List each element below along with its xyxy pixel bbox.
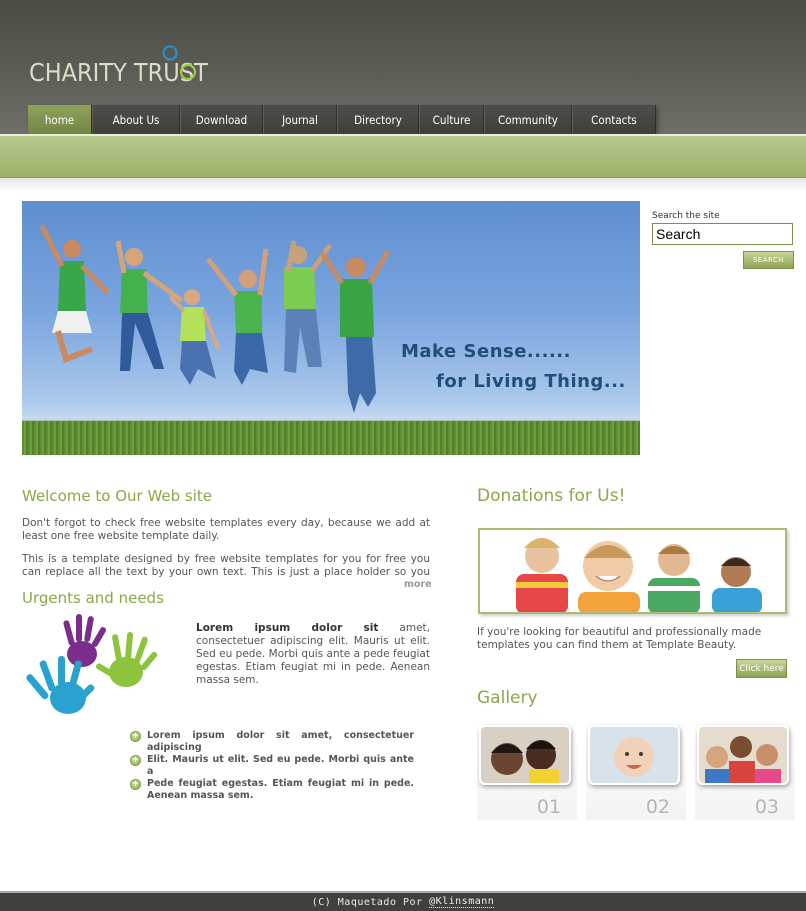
site-footer: (C) Maquetado Por @Klinsmann (0, 891, 806, 911)
urgents-title: Urgents and needs (22, 589, 164, 607)
urgents-paragraph: Lorem ipsum dolor sit amet, consectetuer… (196, 622, 430, 687)
kids-photo-illustration (480, 530, 785, 612)
header-shadow (0, 178, 806, 192)
welcome-paragraph-1: Don't forgot to check free website templ… (22, 517, 430, 542)
nav-item-download[interactable]: Download (180, 105, 263, 134)
urgents-paragraph-bold: Lorem ipsum dolor sit (196, 622, 379, 634)
gallery-photo[interactable] (697, 725, 789, 785)
list-item: + Lorem ipsum dolor sit amet, consectetue… (130, 730, 414, 753)
hero-banner: Make Sense...... for Living Thing... (22, 201, 640, 455)
banner-slogan-line2: for Living Thing... (436, 371, 626, 392)
nav-item-journal[interactable]: Journal (263, 105, 337, 134)
gallery-photo[interactable] (588, 725, 680, 785)
nav-item-culture[interactable]: Culture (419, 105, 484, 134)
search-label: Search the site (652, 211, 720, 221)
gallery-title: Gallery (477, 688, 538, 708)
header-green-band (0, 134, 806, 178)
plus-bullet-icon: + (130, 779, 141, 790)
search-button[interactable]: SEARCH (743, 251, 794, 269)
banner-slogan-line1: Make Sense...... (401, 341, 571, 362)
logo-rings-icon (162, 45, 197, 81)
footer-author-link[interactable]: @Klinsmann (429, 896, 495, 908)
gallery-item[interactable]: 01 (477, 722, 577, 820)
nav-item-directory[interactable]: Directory (337, 105, 419, 134)
more-link[interactable]: more (404, 579, 432, 590)
donations-title: Donations for Us! (477, 486, 626, 506)
nav-item-community[interactable]: Community (484, 105, 572, 134)
footer-text: (C) Maquetado Por (311, 896, 430, 908)
gallery-item[interactable]: 03 (695, 722, 795, 820)
nav-item-contacts[interactable]: Contacts (572, 105, 656, 134)
list-item: + Elit. Mauris ut elit. Sed eu pede. Morb… (130, 754, 414, 777)
main-nav: home About Us Download Journal Directory… (28, 105, 656, 134)
list-item: + Pede feugiat egestas. Etiam feugiat mi … (130, 778, 414, 801)
donations-text: If you're looking for beautiful and prof… (477, 626, 762, 651)
search-input[interactable] (652, 223, 793, 245)
gallery-number: 03 (754, 796, 779, 818)
site-header: CHARITY TRUST home About Us Download Jou… (0, 0, 806, 134)
welcome-title: Welcome to Our Web site (22, 487, 213, 505)
plus-bullet-icon: + (130, 755, 141, 766)
gallery-item[interactable]: 02 (586, 722, 686, 820)
gallery-number: 02 (645, 796, 670, 818)
plus-bullet-icon: + (130, 731, 141, 742)
gallery-photo[interactable] (479, 725, 571, 785)
click-here-button[interactable]: Click here (736, 659, 787, 678)
donations-kids-image (478, 528, 787, 614)
banner-grass (22, 421, 640, 455)
nav-item-about-us[interactable]: About Us (92, 105, 180, 134)
welcome-paragraph-2: This is a template designed by free webs… (22, 553, 430, 578)
jumping-kids-illustration (39, 224, 391, 413)
handprints-image (26, 614, 158, 714)
nav-item-home[interactable]: home (28, 105, 92, 134)
gallery-number: 01 (536, 796, 561, 818)
